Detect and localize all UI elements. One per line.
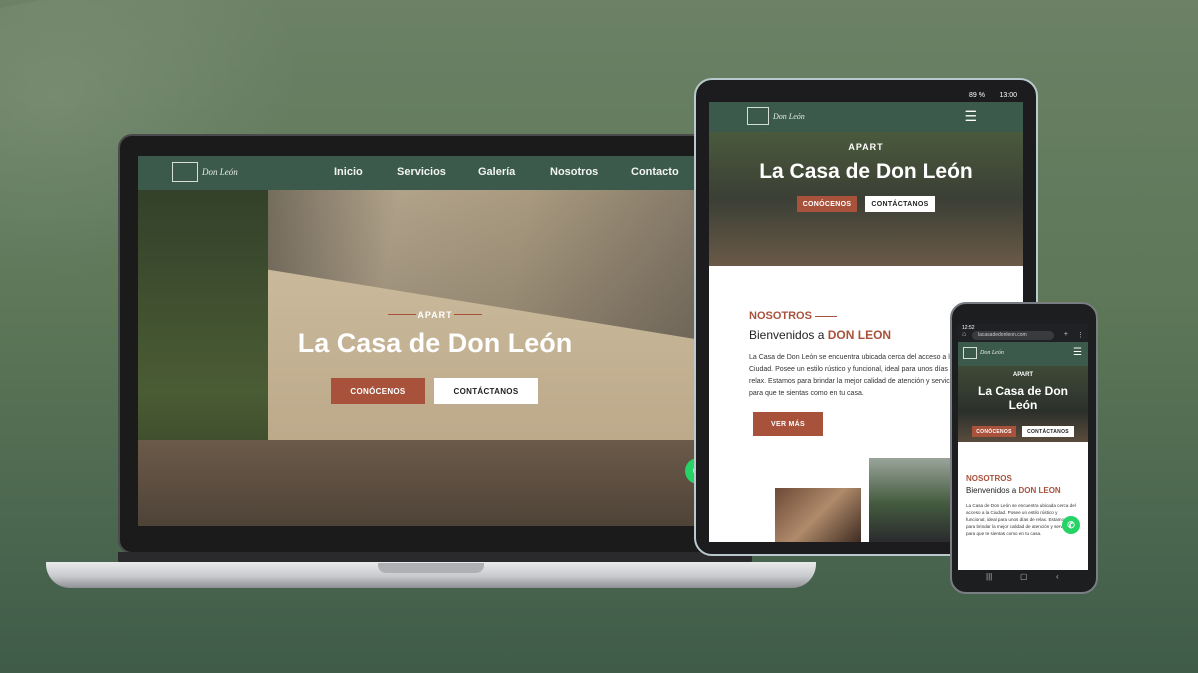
- hero-title: La Casa de Don León: [977, 384, 1069, 412]
- logo-text: Don León: [980, 350, 1004, 356]
- hero-eyebrow: APART: [848, 142, 884, 152]
- building-logo-icon: [747, 107, 769, 125]
- nav-item-nosotros[interactable]: Nosotros: [550, 166, 598, 178]
- laptop-screen: APART La Casa de Don León CONÓCENOS CONT…: [138, 156, 732, 526]
- laptop-notch: [378, 563, 484, 573]
- site-navbar: Don León Inicio Servicios Galería Nosotr…: [138, 156, 732, 190]
- hero-title: La Casa de Don León: [759, 160, 973, 183]
- site-logo[interactable]: Don León: [963, 347, 1004, 359]
- logo-text: Don León: [202, 167, 238, 177]
- hero-section: APART La Casa de Don León CONÓCENOS CONT…: [138, 190, 732, 526]
- about-heading: NOSOTROS: [749, 310, 812, 322]
- about-heading: NOSOTROS: [966, 474, 1012, 483]
- contactanos-button[interactable]: CONTÁCTANOS: [434, 378, 538, 404]
- about-text: La Casa de Don León se encuentra ubicada…: [749, 354, 958, 397]
- building-logo-icon: [172, 162, 198, 182]
- phone-screen: 12:52 ⌂ lacasadedonleon.com + ⋮ Don León…: [958, 324, 1088, 570]
- browser-bar: 12:52 ⌂ lacasadedonleon.com + ⋮: [958, 324, 1088, 342]
- about-text: La Casa de Don León se encuentra ubicada…: [966, 503, 1076, 536]
- conocenos-button[interactable]: CONÓCENOS: [972, 426, 1016, 437]
- contactanos-button[interactable]: CONTÁCTANOS: [865, 196, 935, 212]
- about-subtitle: Bienvenidos a DON LEON: [749, 328, 891, 342]
- site-logo[interactable]: Don León: [747, 107, 805, 125]
- clock: 13:00: [999, 92, 1017, 99]
- heading-line: [815, 316, 837, 317]
- conocenos-button[interactable]: CONÓCENOS: [331, 378, 425, 404]
- about-section: NOSOTROS Bienvenidos a DON LEON La Casa …: [958, 442, 1088, 570]
- more-icon[interactable]: ⋮: [1077, 331, 1084, 339]
- subtitle-prefix: Bienvenidos a: [749, 328, 828, 342]
- site-logo[interactable]: Don León: [172, 162, 238, 182]
- nav-item-galeria[interactable]: Galería: [478, 166, 515, 178]
- hero-section: APART La Casa de Don León CONÓCENOS CONT…: [709, 132, 1023, 266]
- hamburger-menu-icon[interactable]: ☰: [1073, 347, 1082, 358]
- hero-eyebrow: APART: [417, 310, 453, 320]
- recent-apps-icon[interactable]: |||: [986, 572, 992, 581]
- whatsapp-icon[interactable]: ✆: [1062, 516, 1080, 534]
- conocenos-button[interactable]: CONÓCENOS: [797, 196, 857, 212]
- hero-section: APART La Casa de Don León CONÓCENOS CONT…: [958, 366, 1088, 442]
- site-navbar: Don León ☰: [709, 102, 1023, 132]
- about-subtitle: Bienvenidos a DON LEON: [966, 486, 1061, 495]
- building-logo-icon: [963, 347, 977, 359]
- subtitle-highlight: DON LEON: [1018, 486, 1061, 495]
- ver-mas-button[interactable]: VER MÁS: [753, 412, 823, 436]
- url-text: lacasadedonleon.com: [978, 332, 1027, 338]
- subtitle-prefix: Bienvenidos a: [966, 486, 1019, 495]
- android-nav-bar: ||| ▢ ‹: [958, 572, 1088, 584]
- hero-eyebrow: APART: [1012, 372, 1034, 378]
- gallery-photo: [775, 488, 861, 542]
- new-tab-icon[interactable]: +: [1064, 331, 1068, 338]
- site-navbar: Don León ☰: [958, 342, 1088, 366]
- logo-text: Don León: [773, 111, 805, 121]
- battery-level: 89 %: [969, 92, 985, 99]
- url-field[interactable]: lacasadedonleon.com: [972, 331, 1054, 340]
- status-bar: 89 % 13:00: [709, 90, 1023, 102]
- home-icon[interactable]: ⌂: [962, 331, 966, 338]
- hero-title: La Casa de Don León: [297, 328, 573, 358]
- eyebrow-line-right: [454, 314, 482, 315]
- hamburger-menu-icon[interactable]: ☰: [964, 108, 977, 125]
- nav-item-contacto[interactable]: Contacto: [631, 166, 679, 178]
- nav-item-servicios[interactable]: Servicios: [397, 166, 446, 178]
- contactanos-button[interactable]: CONTÁCTANOS: [1022, 426, 1074, 437]
- home-button-icon[interactable]: ▢: [1020, 572, 1028, 581]
- subtitle-highlight: DON LEON: [827, 328, 892, 342]
- nav-item-inicio[interactable]: Inicio: [334, 166, 363, 178]
- patio-photo: [138, 440, 732, 526]
- back-icon[interactable]: ‹: [1056, 572, 1059, 581]
- gallery-photo: [869, 458, 953, 542]
